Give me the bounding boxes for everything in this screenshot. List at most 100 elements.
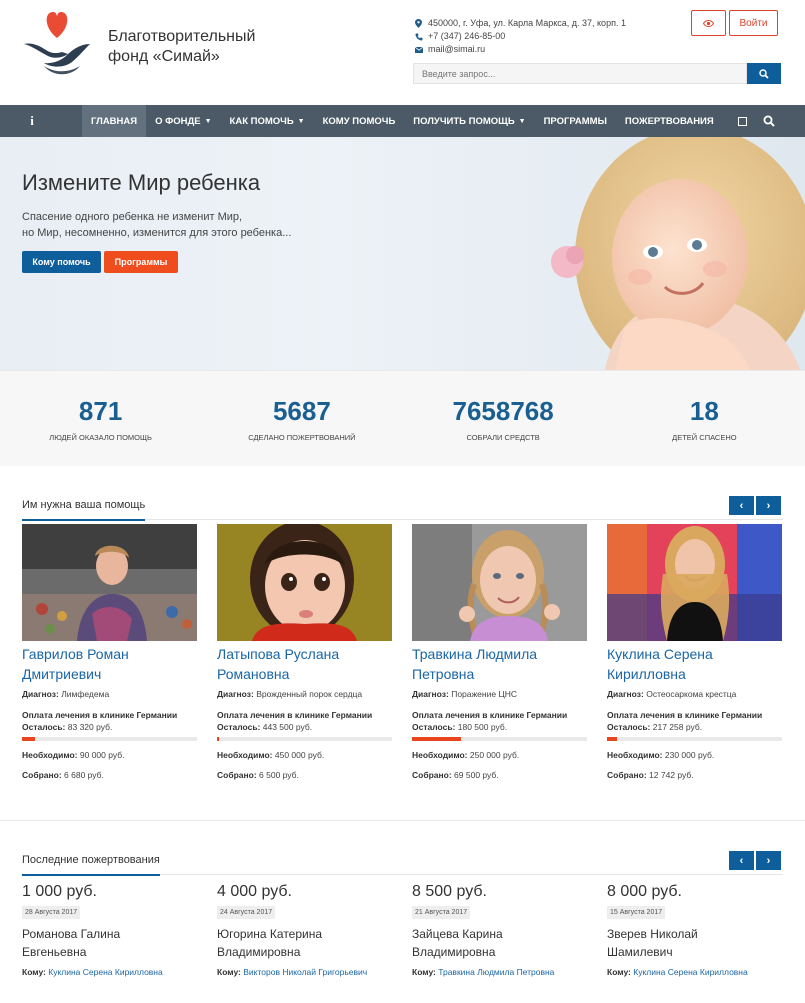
needed: Необходимо: 230 000 руб. — [607, 750, 782, 760]
hero-line1: Спасение одного ребенка не изменит Мир, — [22, 211, 243, 223]
org-name[interactable]: Благотворительный фонд «Симай» — [108, 27, 255, 67]
child-name[interactable]: Травкина Людмила Петровна — [412, 644, 587, 684]
child-name[interactable]: Куклина Серена Кирилловна — [607, 644, 782, 684]
remaining-value: 443 500 руб. — [262, 722, 313, 732]
nav-label: Получить помощь — [413, 115, 515, 127]
recipient-link[interactable]: Викторов Николай Григорьевич — [243, 967, 367, 977]
needed-value: 450 000 руб. — [274, 750, 325, 760]
diagnosis-label: Диагноз: — [217, 689, 254, 699]
chevron-down-icon: ▼ — [297, 117, 305, 125]
org-name-line2: фонд «Симай» — [108, 48, 220, 65]
nav-item-get-help[interactable]: Получить помощь ▼ — [404, 105, 534, 137]
collected: Собрано: 6 680 руб. — [22, 770, 197, 780]
progress-bar — [22, 737, 197, 741]
stat-item: 5687 Сделано пожертвований — [201, 371, 402, 466]
nav-label: Кому помочь — [322, 115, 396, 127]
nav-item-whom-to-help[interactable]: Кому помочь — [314, 105, 405, 137]
eye-icon — [703, 19, 714, 27]
mail-icon — [414, 45, 423, 54]
programs-button[interactable]: Программы — [104, 251, 178, 273]
child-name-line1: Куклина Серена — [607, 646, 713, 662]
phone-text[interactable]: +7 (347) 246-85-00 — [428, 30, 505, 43]
child-name[interactable]: Латыпова Руслана Романовна — [217, 644, 392, 684]
next-arrow-button[interactable]: › — [756, 496, 781, 515]
remaining: Осталось: 180 500 руб. — [412, 722, 587, 732]
child-photo[interactable] — [412, 524, 587, 641]
nav-item-programs[interactable]: Программы — [535, 105, 616, 137]
stat-label: Сделано пожертвований — [248, 433, 356, 442]
accessibility-button[interactable] — [691, 10, 726, 36]
help-section-header: Им нужна ваша помощь ‹ › — [22, 496, 783, 521]
next-arrow-button[interactable]: › — [756, 851, 781, 870]
child-name-line1: Гаврилов Роман — [22, 646, 129, 662]
heart-hands-logo[interactable] — [22, 8, 92, 78]
donor-name-line1: Зайцева Карина — [412, 927, 503, 941]
donor-name-line1: Югорина Катерина — [217, 927, 323, 941]
needed: Необходимо: 90 000 руб. — [22, 750, 197, 760]
recipient-label: Кому: — [412, 967, 436, 977]
carousel-arrows: ‹ › — [729, 851, 781, 870]
stat-item: 18 Детей спасено — [604, 371, 805, 466]
stat-value: 7658768 — [452, 396, 554, 426]
search-icon — [759, 68, 769, 79]
square-icon[interactable] — [737, 116, 747, 126]
progress-fill — [607, 737, 617, 741]
nav-label: О фонде — [155, 115, 201, 127]
nav-item-home[interactable]: Главная — [82, 105, 147, 137]
donation-item: 8 500 руб. 21 Августа 2017 Зайцева Карин… — [412, 883, 587, 977]
donation-recipient: Кому: Травкина Людмила Петровна — [412, 967, 587, 977]
nav-label: Программы — [543, 115, 607, 127]
recipient-link[interactable]: Куклина Серена Кирилловна — [633, 967, 747, 977]
diagnosis-value: Лимфедема — [61, 689, 110, 699]
recipient-link[interactable]: Травкина Людмила Петровна — [438, 967, 554, 977]
child-photo[interactable] — [217, 524, 392, 641]
remaining: Осталось: 83 320 руб. — [22, 722, 197, 732]
collected: Собрано: 6 500 руб. — [217, 770, 392, 780]
diagnosis: Диагноз: Остеосаркома крестца — [607, 689, 782, 699]
recipient-link[interactable]: Куклина Серена Кирилловна — [48, 967, 162, 977]
child-card[interactable]: Гаврилов Роман Дмитриевич Диагноз: Лимфе… — [22, 524, 197, 780]
collected-value: 12 742 руб. — [649, 770, 694, 780]
chevron-down-icon: ▼ — [204, 117, 212, 125]
hero-subtitle: Спасение одного ребенка не изменит Мир, … — [22, 209, 291, 241]
email-text[interactable]: mail@simai.ru — [428, 43, 485, 56]
donations-section-header: Последние пожертвования ‹ › — [22, 851, 783, 876]
donor-name: Зайцева Карина Владимировна — [412, 925, 587, 961]
nav-item-how-to-help[interactable]: Как помочь ▼ — [221, 105, 314, 137]
carousel-arrows: ‹ › — [729, 496, 781, 515]
donations-section-title: Последние пожертвования — [22, 854, 160, 876]
child-name-line2: Кирилловна — [607, 666, 686, 682]
nav-label: Главная — [91, 115, 138, 127]
child-name[interactable]: Гаврилов Роман Дмитриевич — [22, 644, 197, 684]
child-name-line1: Травкина Людмила — [412, 646, 538, 662]
child-name-line2: Романовна — [217, 666, 290, 682]
whom-to-help-button[interactable]: Кому помочь — [22, 251, 101, 273]
child-card[interactable]: Травкина Людмила Петровна Диагноз: Пораж… — [412, 524, 587, 780]
phone-icon — [414, 32, 423, 41]
info-icon[interactable]: i — [0, 105, 82, 137]
contacts: 450000, г. Уфа, ул. Карла Маркса, д. 37,… — [414, 17, 626, 56]
help-section: Им нужна ваша помощь ‹ › Гаврилов Роман … — [0, 466, 805, 820]
chevron-down-icon: ▼ — [518, 117, 526, 125]
diagnosis-value: Врожденный порок сердца — [256, 689, 363, 699]
search-button[interactable] — [747, 63, 781, 84]
child-photo[interactable] — [607, 524, 782, 641]
login-button[interactable]: Войти — [729, 10, 778, 36]
stat-value: 18 — [689, 396, 719, 426]
donation-date: 15 Августа 2017 — [607, 906, 666, 919]
child-card[interactable]: Латыпова Руслана Романовна Диагноз: Врож… — [217, 524, 392, 780]
donation-recipient: Кому: Куклина Серена Кирилловна — [22, 967, 197, 977]
prev-arrow-button[interactable]: ‹ — [729, 496, 754, 515]
child-card[interactable]: Куклина Серена Кирилловна Диагноз: Остео… — [607, 524, 782, 780]
prev-arrow-button[interactable]: ‹ — [729, 851, 754, 870]
search-input[interactable] — [413, 63, 747, 84]
nav-item-about[interactable]: О фонде ▼ — [146, 105, 220, 137]
stat-item: 7658768 Собрали средств — [403, 371, 604, 466]
remaining: Осталось: 443 500 руб. — [217, 722, 392, 732]
progress-fill — [412, 737, 461, 741]
hero-title: Измените Мир ребенка — [22, 170, 261, 195]
child-photo[interactable] — [22, 524, 197, 641]
stat-value: 5687 — [272, 396, 331, 426]
search-icon[interactable] — [763, 115, 775, 127]
nav-item-donations[interactable]: Пожертвования — [616, 105, 723, 137]
